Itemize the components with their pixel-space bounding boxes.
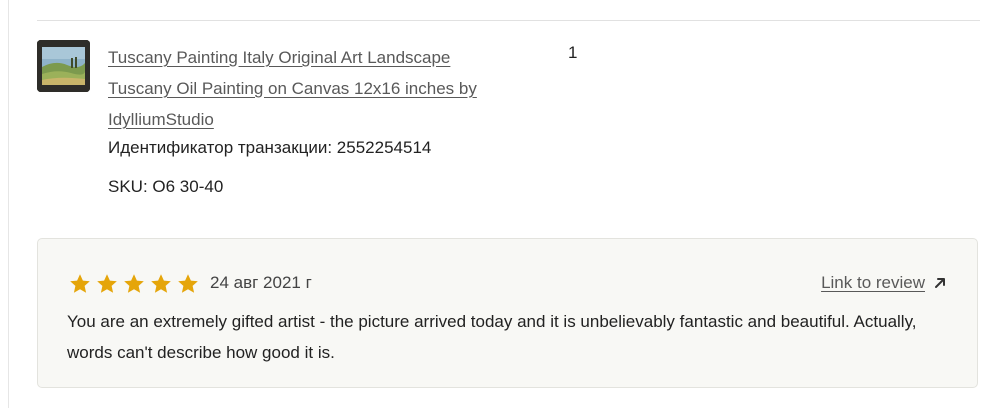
star-icon — [70, 274, 90, 293]
review-date: 24 авг 2021 г — [210, 273, 312, 292]
order-item-page: Tuscany Painting Italy Original Art Land… — [0, 0, 1005, 408]
star-icon — [151, 274, 171, 293]
left-border — [8, 0, 9, 408]
star-rating — [68, 272, 200, 296]
product-title-link[interactable]: Tuscany Painting Italy Original Art Land… — [108, 42, 508, 135]
link-to-review[interactable]: Link to review — [821, 272, 947, 294]
star-icon — [97, 274, 117, 293]
arrow-up-right-icon — [935, 278, 945, 288]
landscape-painting-thumbnail-image — [37, 40, 90, 92]
star-icon — [124, 274, 144, 293]
review-text: You are an extremely gifted artist - the… — [67, 312, 917, 362]
quantity: 1 — [568, 43, 578, 62]
star-icon — [178, 274, 198, 293]
product-thumbnail[interactable] — [37, 40, 90, 92]
review-card: 24 авг 2021 г Link to review You are an … — [37, 238, 978, 388]
top-divider — [37, 20, 980, 21]
transaction-id: Идентификатор транзакции: 2552254514 — [108, 138, 432, 157]
link-to-review-label: Link to review — [821, 273, 925, 292]
sku: SKU: O6 30-40 — [108, 177, 224, 196]
